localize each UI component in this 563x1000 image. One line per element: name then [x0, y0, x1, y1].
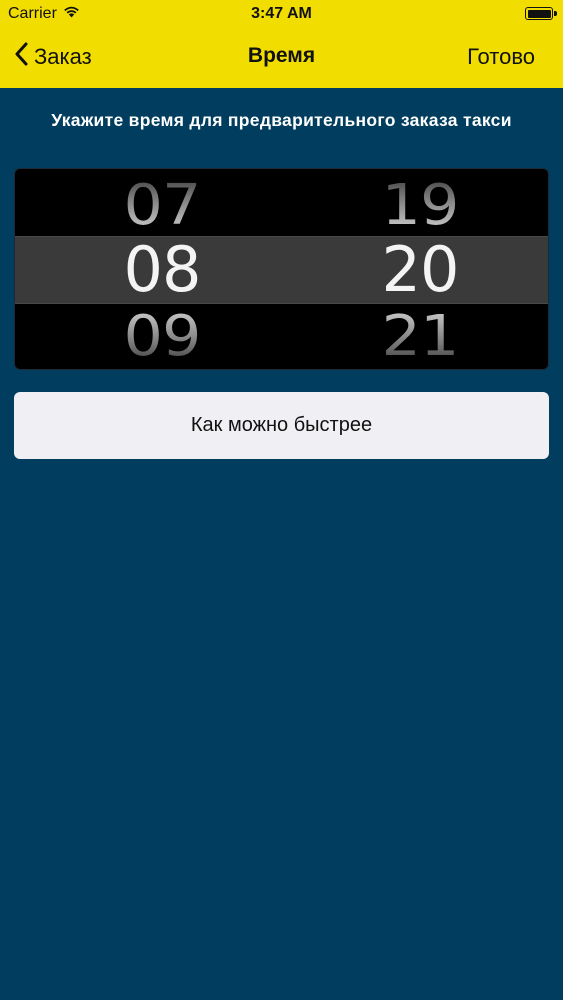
hour-wheel[interactable]: 07 08 09 — [87, 169, 237, 369]
navigation-bar: Заказ Время Готово — [0, 34, 563, 80]
hour-option[interactable]: 07 — [87, 174, 237, 234]
status-time: 3:47 AM — [251, 5, 312, 22]
asap-button[interactable]: Как можно быстрее — [14, 392, 549, 459]
minute-option[interactable]: 19 — [345, 174, 495, 234]
time-prompt: Укажите время для предварительного заказ… — [51, 110, 512, 130]
time-picker[interactable]: 07 08 09 19 20 21 — [14, 168, 549, 370]
battery-icon — [525, 7, 557, 20]
minute-wheel[interactable]: 19 20 21 — [345, 169, 495, 369]
minute-selected[interactable]: 20 — [345, 236, 495, 303]
top-bar: Carrier 3:47 AM Заказ Время Готово — [0, 0, 563, 88]
hour-option[interactable]: 09 — [87, 305, 237, 365]
done-button[interactable]: Готово — [467, 44, 535, 70]
hour-selected[interactable]: 08 — [87, 236, 237, 303]
status-bar: Carrier 3:47 AM — [0, 0, 563, 30]
minute-option[interactable]: 21 — [345, 305, 495, 365]
